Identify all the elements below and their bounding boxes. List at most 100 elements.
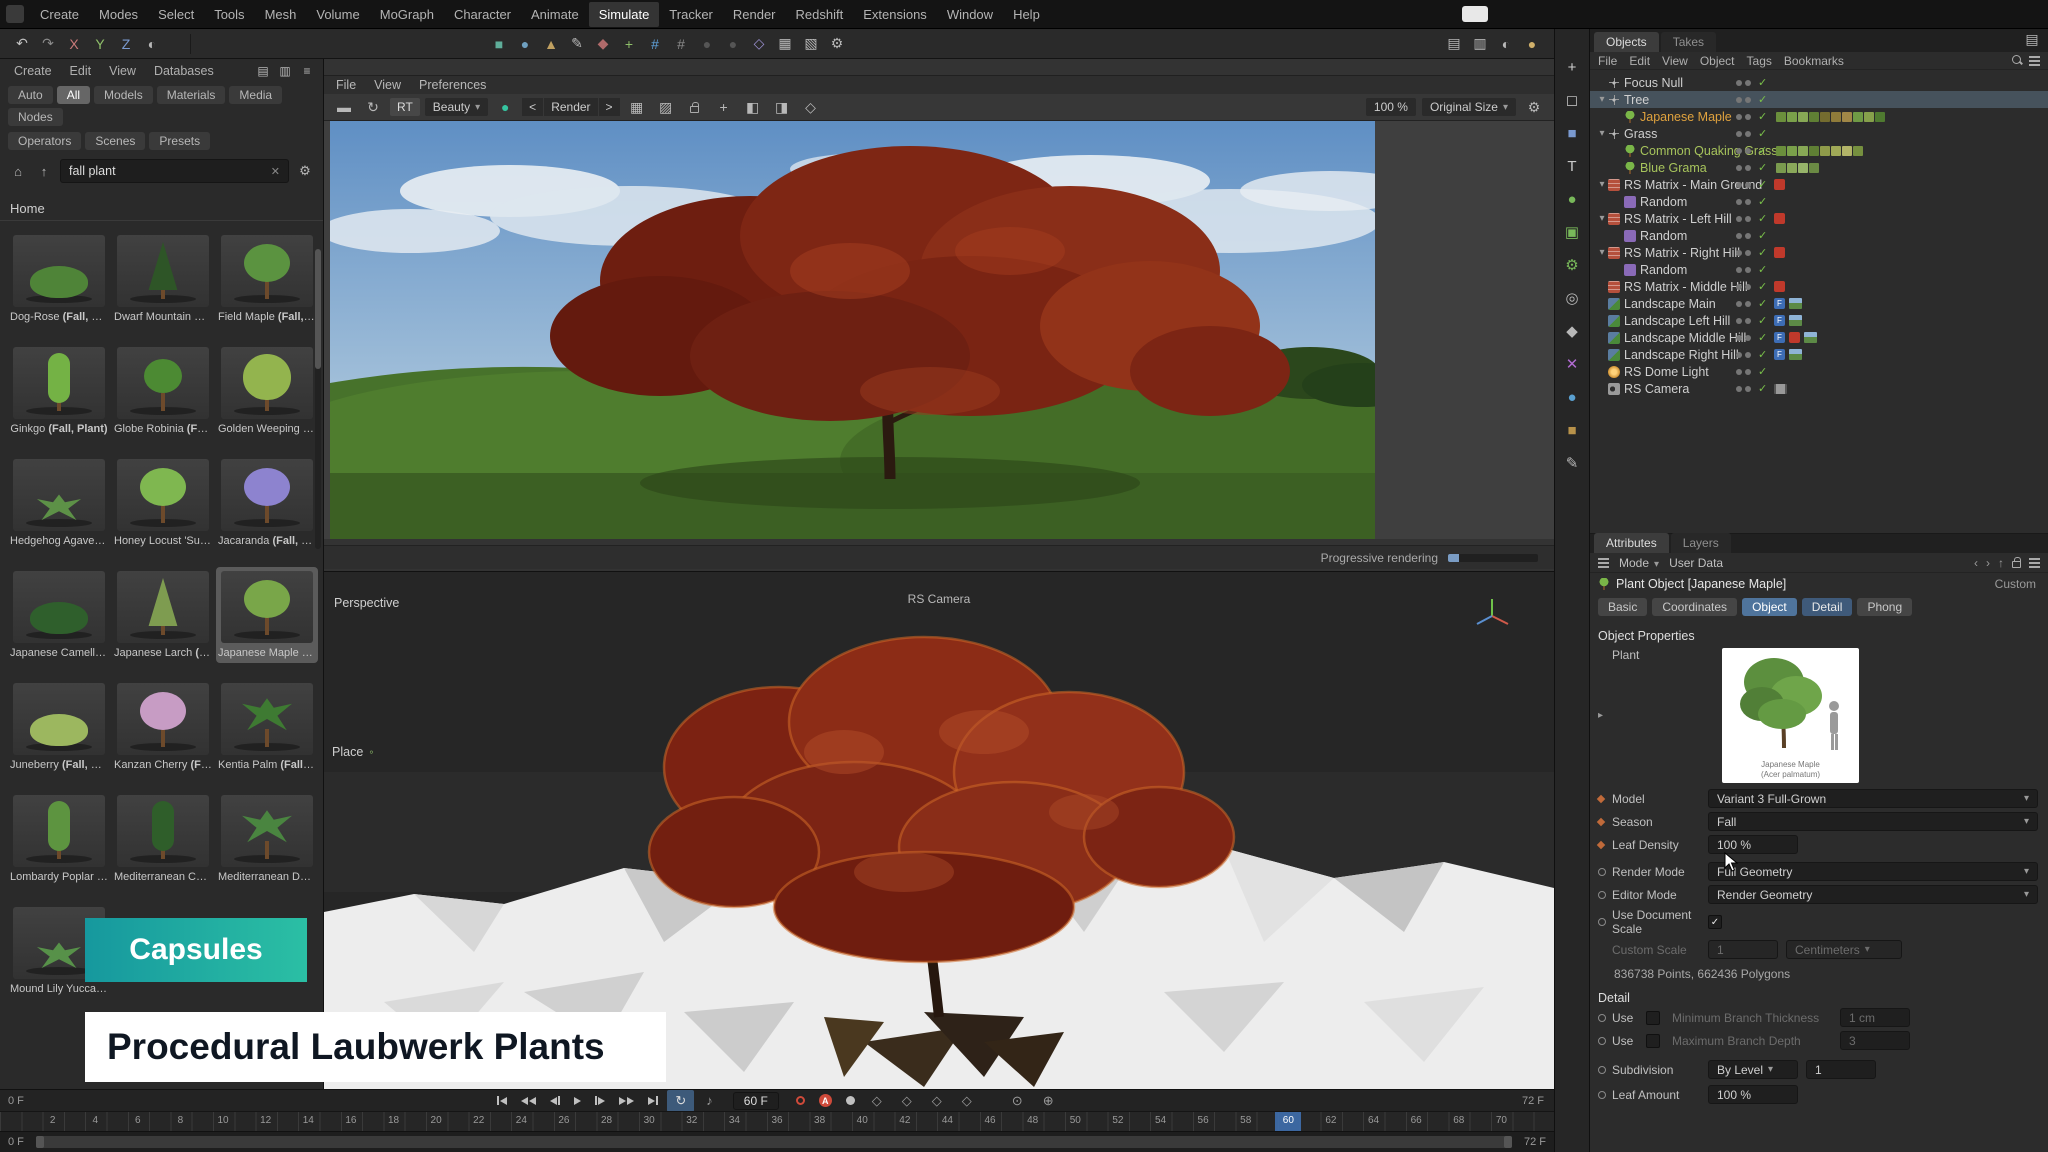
- record-button[interactable]: [791, 1093, 810, 1108]
- visibility-dots[interactable]: [1736, 267, 1751, 273]
- use-min-checkbox[interactable]: [1646, 1011, 1660, 1025]
- min-branch-thickness-field[interactable]: 1 cm: [1840, 1008, 1910, 1027]
- search-box[interactable]: ✕: [60, 159, 289, 183]
- asset-item[interactable]: Kentia Palm (Fall, Plant): [216, 679, 318, 775]
- history-back-icon[interactable]: ‹: [1974, 556, 1978, 570]
- om-menu-tags[interactable]: Tags: [1747, 54, 1772, 68]
- filter-operators[interactable]: Operators: [8, 132, 81, 150]
- ruler-tick[interactable]: 42: [899, 1115, 910, 1126]
- pass-dropdown[interactable]: Beauty▾: [425, 98, 488, 116]
- ruler-tick[interactable]: 18: [388, 1115, 399, 1126]
- solo-button[interactable]: ⊙: [1004, 1090, 1031, 1112]
- ruler-tick[interactable]: 56: [1198, 1115, 1209, 1126]
- history-forward-icon[interactable]: ›: [1986, 556, 1990, 570]
- zoom-level[interactable]: 100 %: [1366, 98, 1416, 116]
- search-settings-icon[interactable]: ⚙: [295, 162, 315, 180]
- simulate-sphere-icon[interactable]: ●: [1559, 187, 1585, 211]
- editor-mode-dropdown[interactable]: Render Geometry▾: [1708, 885, 2038, 904]
- plant-thumbnail[interactable]: Japanese Maple (Acer palmatum): [1722, 648, 1859, 783]
- target-icon[interactable]: ◎: [1559, 286, 1585, 310]
- redcube-icon[interactable]: [1774, 179, 1785, 190]
- object-row[interactable]: Landscape Main✓F: [1590, 295, 2048, 312]
- ruler-tick[interactable]: 10: [217, 1115, 228, 1126]
- ftag-icon[interactable]: F: [1774, 349, 1785, 360]
- panel-menu-icon[interactable]: ▤: [2020, 28, 2044, 50]
- terrain-icon[interactable]: [1804, 332, 1817, 343]
- ruler-tick[interactable]: 24: [516, 1115, 527, 1126]
- lock-icon[interactable]: [2012, 561, 2021, 568]
- enabled-check-icon[interactable]: ✓: [1758, 348, 1770, 361]
- disabled-icon-1[interactable]: ●: [695, 33, 719, 55]
- redcube-icon[interactable]: [1774, 213, 1785, 224]
- enabled-check-icon[interactable]: ✓: [1758, 297, 1770, 310]
- ab-menu-edit[interactable]: Edit: [62, 62, 100, 80]
- menu-volume[interactable]: Volume: [306, 2, 369, 27]
- asset-item[interactable]: Honey Locust 'Sunburst' (Fall, Plant): [112, 455, 214, 551]
- enabled-check-icon[interactable]: ✓: [1758, 280, 1770, 293]
- tab-attributes[interactable]: Attributes: [1594, 533, 1669, 553]
- anim-dot[interactable]: [1598, 918, 1612, 926]
- use-max-checkbox[interactable]: [1646, 1034, 1660, 1048]
- enabled-check-icon[interactable]: ✓: [1758, 263, 1770, 276]
- object-row[interactable]: Japanese Maple✓: [1590, 108, 2048, 125]
- menu-mesh[interactable]: Mesh: [255, 2, 307, 27]
- object-row[interactable]: Landscape Left Hill✓F: [1590, 312, 2048, 329]
- redcube-icon[interactable]: [1774, 281, 1785, 292]
- visibility-dots[interactable]: [1736, 301, 1751, 307]
- panel-options-icon[interactable]: [2029, 562, 2040, 564]
- ruler-tick[interactable]: 68: [1453, 1115, 1464, 1126]
- custom-scale-unit-dropdown[interactable]: Centimeters▾: [1786, 940, 1902, 959]
- ruler-tick[interactable]: 26: [558, 1115, 569, 1126]
- filter-nodes[interactable]: Nodes: [8, 108, 63, 126]
- magnet-icon[interactable]: ◆: [591, 33, 615, 55]
- filter-scenes[interactable]: Scenes: [85, 132, 145, 150]
- asset-item[interactable]: Mediterranean Dwarf (Fall, Plant): [216, 791, 318, 887]
- goto-end-button[interactable]: [643, 1093, 663, 1108]
- render-settings-icon[interactable]: ⚙: [825, 33, 849, 55]
- menu-modes[interactable]: Modes: [89, 2, 148, 27]
- axis-z-lock[interactable]: Z: [114, 33, 138, 55]
- text-tool-icon[interactable]: T: [1559, 154, 1585, 178]
- ruler-tick[interactable]: 54: [1155, 1115, 1166, 1126]
- grid-snap-icon[interactable]: #: [643, 33, 667, 55]
- asset-scrollbar[interactable]: [315, 249, 321, 549]
- ruler-tick[interactable]: 36: [771, 1115, 782, 1126]
- ruler-tick[interactable]: 44: [942, 1115, 953, 1126]
- ruler-tick[interactable]: 58: [1240, 1115, 1251, 1126]
- current-frame-field[interactable]: 60 F: [733, 1092, 779, 1110]
- ruler-tick[interactable]: 62: [1325, 1115, 1336, 1126]
- menu-simulate[interactable]: Simulate: [589, 2, 660, 27]
- ruler-tick[interactable]: 60: [1283, 1115, 1294, 1126]
- refresh-icon[interactable]: ↻: [361, 96, 385, 118]
- ruler-tick[interactable]: 40: [857, 1115, 868, 1126]
- menu-render[interactable]: Render: [723, 2, 786, 27]
- om-menu-edit[interactable]: Edit: [1629, 54, 1650, 68]
- asset-item[interactable]: Juneberry (Fall, Plant): [8, 679, 110, 775]
- enabled-check-icon[interactable]: ✓: [1758, 93, 1770, 106]
- filter-models[interactable]: Models: [94, 86, 153, 104]
- play-button[interactable]: [569, 1094, 586, 1108]
- ruler-tick[interactable]: 66: [1411, 1115, 1422, 1126]
- object-properties-header[interactable]: Object Properties: [1590, 621, 2048, 646]
- search-icon[interactable]: [2012, 55, 2023, 66]
- ruler-tick[interactable]: 48: [1027, 1115, 1038, 1126]
- subdivision-level-field[interactable]: 1: [1806, 1060, 1876, 1079]
- render-mode-dropdown[interactable]: Full Geometry▾: [1708, 862, 2038, 881]
- marquee-tool-icon[interactable]: ◻: [1559, 88, 1585, 112]
- rv-menu-file[interactable]: File: [336, 78, 356, 92]
- om-menu-bookmarks[interactable]: Bookmarks: [1784, 54, 1844, 68]
- use-document-scale-checkbox[interactable]: [1708, 915, 1722, 929]
- anim-diamond[interactable]: [1598, 819, 1612, 825]
- range-handle-right[interactable]: [1504, 1136, 1512, 1148]
- visibility-dots[interactable]: [1736, 97, 1751, 103]
- menu-select[interactable]: Select: [148, 2, 204, 27]
- crosshair-icon[interactable]: +: [712, 96, 736, 118]
- goto-start-button[interactable]: [492, 1093, 512, 1108]
- menu-extensions[interactable]: Extensions: [853, 2, 937, 27]
- object-row[interactable]: ▾RS Matrix - Right Hill✓: [1590, 244, 2048, 261]
- up-folder-icon[interactable]: ↑: [34, 162, 54, 180]
- enabled-check-icon[interactable]: ✓: [1758, 144, 1770, 157]
- pen-tool-icon[interactable]: ✎: [1559, 451, 1585, 475]
- menu-tracker[interactable]: Tracker: [659, 2, 723, 27]
- workplane-icon[interactable]: ◇: [747, 33, 771, 55]
